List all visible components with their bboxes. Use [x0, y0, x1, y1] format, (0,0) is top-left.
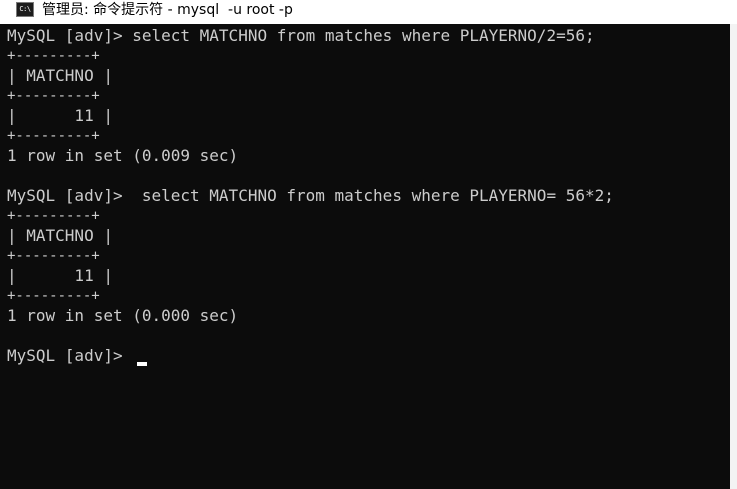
window-edge	[730, 24, 737, 489]
table-border-mid: +---------+	[7, 88, 100, 104]
table-header-row: | MATCHNO |	[7, 66, 113, 85]
table-border-bottom: +---------+	[7, 288, 100, 304]
current-prompt-line: MySQL [adv]>	[7, 346, 133, 365]
title-bar[interactable]: C:\ 管理员: 命令提示符 - mysql -u root -p	[0, 0, 737, 24]
table-border-mid: +---------+	[7, 248, 100, 264]
command-prompt-icon: C:\	[16, 2, 34, 17]
window-title: 管理员: 命令提示符 - mysql -u root -p	[42, 2, 293, 18]
table-header-row: | MATCHNO |	[7, 226, 113, 245]
console-output[interactable]: MySQL [adv]> select MATCHNO from matches…	[0, 24, 737, 489]
result-summary-line: 1 row in set (0.000 sec)	[7, 306, 239, 325]
table-data-row: | 11 |	[7, 106, 113, 125]
text-cursor	[137, 362, 147, 366]
console-window: C:\ 管理员: 命令提示符 - mysql -u root -p MySQL …	[0, 0, 737, 489]
table-data-row: | 11 |	[7, 266, 113, 285]
table-border-top: +---------+	[7, 48, 100, 64]
table-border-top: +---------+	[7, 208, 100, 224]
prompt-line-1: MySQL [adv]> select MATCHNO from matches…	[7, 26, 595, 45]
prompt-line-2: MySQL [adv]> select MATCHNO from matches…	[7, 186, 614, 205]
result-summary-line: 1 row in set (0.009 sec)	[7, 146, 239, 165]
table-border-bottom: +---------+	[7, 128, 100, 144]
